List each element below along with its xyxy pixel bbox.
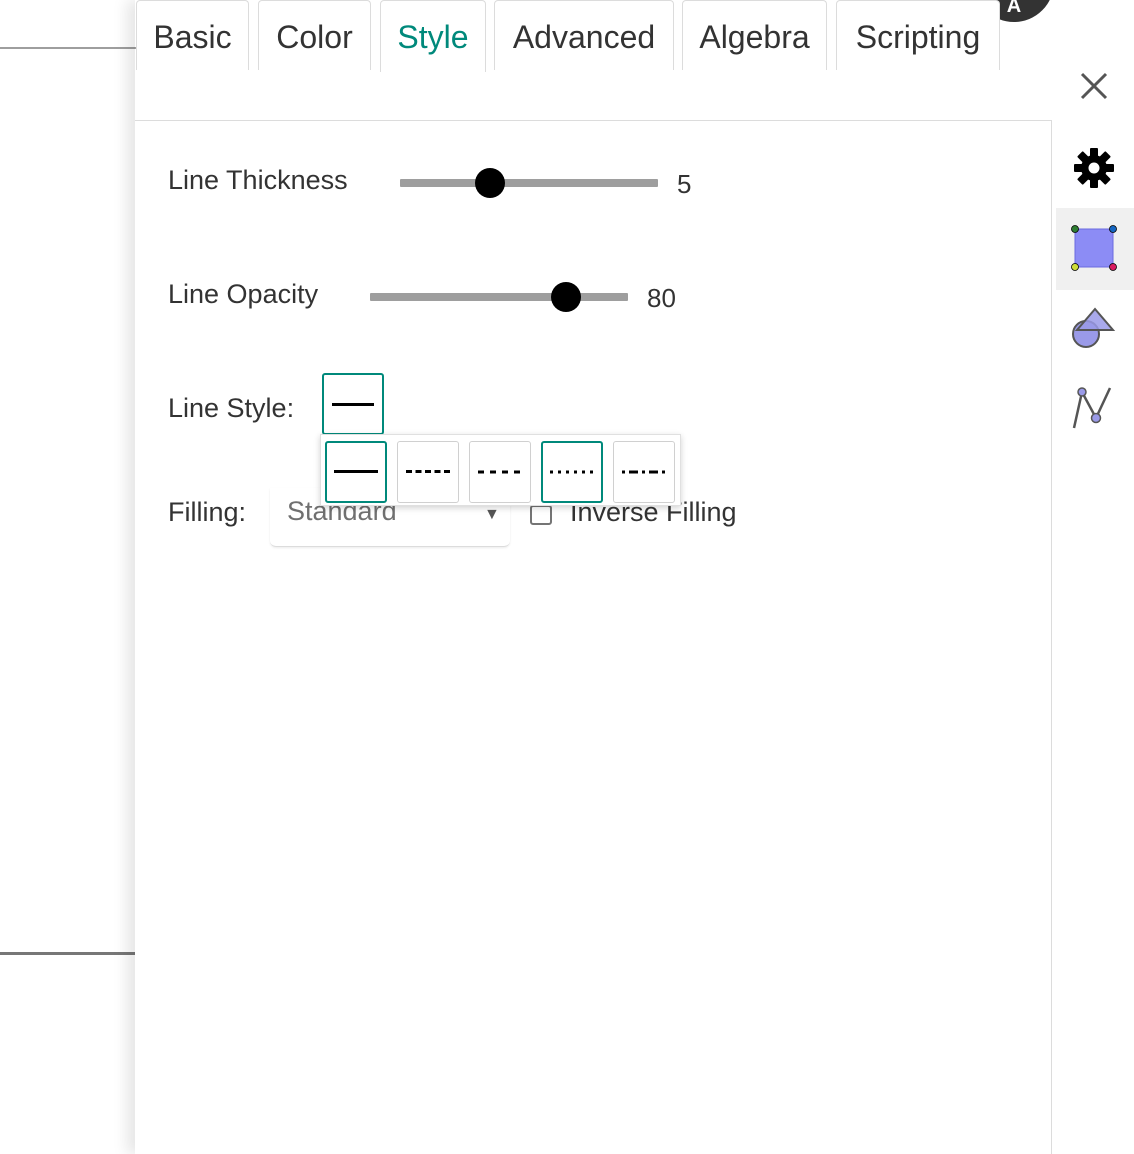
function-graph-icon[interactable] (1068, 384, 1118, 439)
tab-style[interactable]: Style (380, 0, 486, 72)
filling-label: Filling: (168, 497, 247, 527)
line-style-option-dashed-short[interactable] (469, 441, 531, 503)
graphics-view-border (0, 47, 136, 49)
line-style-option-dash-dot[interactable] (613, 441, 675, 503)
close-icon[interactable] (1074, 66, 1114, 106)
solid-line-sample (334, 470, 378, 473)
line-style-label: Line Style: (168, 393, 295, 423)
line-thickness-value: 5 (677, 169, 692, 199)
line-opacity-slider-thumb[interactable] (551, 282, 581, 312)
tab-scripting[interactable]: Scripting (836, 0, 1000, 70)
line-thickness-slider-thumb[interactable] (475, 168, 505, 198)
dash-dot-line-sample (622, 470, 666, 474)
line-opacity-slider[interactable] (370, 293, 628, 301)
line-style-option-solid[interactable] (325, 441, 387, 503)
gear-icon[interactable] (1072, 146, 1116, 195)
tab-advanced[interactable]: Advanced (494, 0, 674, 70)
tab-algebra[interactable]: Algebra (682, 0, 827, 70)
line-style-button[interactable] (322, 373, 384, 435)
shapes-icon[interactable] (1068, 304, 1118, 359)
chevron-down-icon: ▼ (484, 506, 500, 523)
tab-color[interactable]: Color (258, 0, 371, 70)
line-opacity-label: Line Opacity (168, 279, 319, 309)
graphics-view-border (0, 952, 136, 955)
line-style-option-dashed-long[interactable] (397, 441, 459, 503)
dashed-line-sample (406, 470, 450, 473)
line-style-popup (320, 434, 681, 506)
style-tab-content: Line Thickness 5 Line Opacity 80 Line St… (135, 120, 1052, 1154)
line-thickness-label: Line Thickness (168, 165, 348, 195)
properties-window: A Line Thickness 5 Line Opacity 80 Line … (0, 0, 1134, 1154)
solid-line-sample (332, 403, 374, 406)
polygon-icon[interactable] (1068, 222, 1120, 279)
inverse-filling-checkbox[interactable] (530, 505, 552, 525)
tab-basic[interactable]: Basic (136, 0, 249, 70)
line-style-option-dotted[interactable] (541, 441, 603, 503)
dotted-line-sample (550, 470, 595, 474)
line-opacity-value: 80 (647, 283, 676, 313)
properties-panel: Line Thickness 5 Line Opacity 80 Line St… (135, 0, 1134, 1154)
line-thickness-slider[interactable] (400, 179, 658, 187)
short-dashed-line-sample (478, 470, 522, 474)
